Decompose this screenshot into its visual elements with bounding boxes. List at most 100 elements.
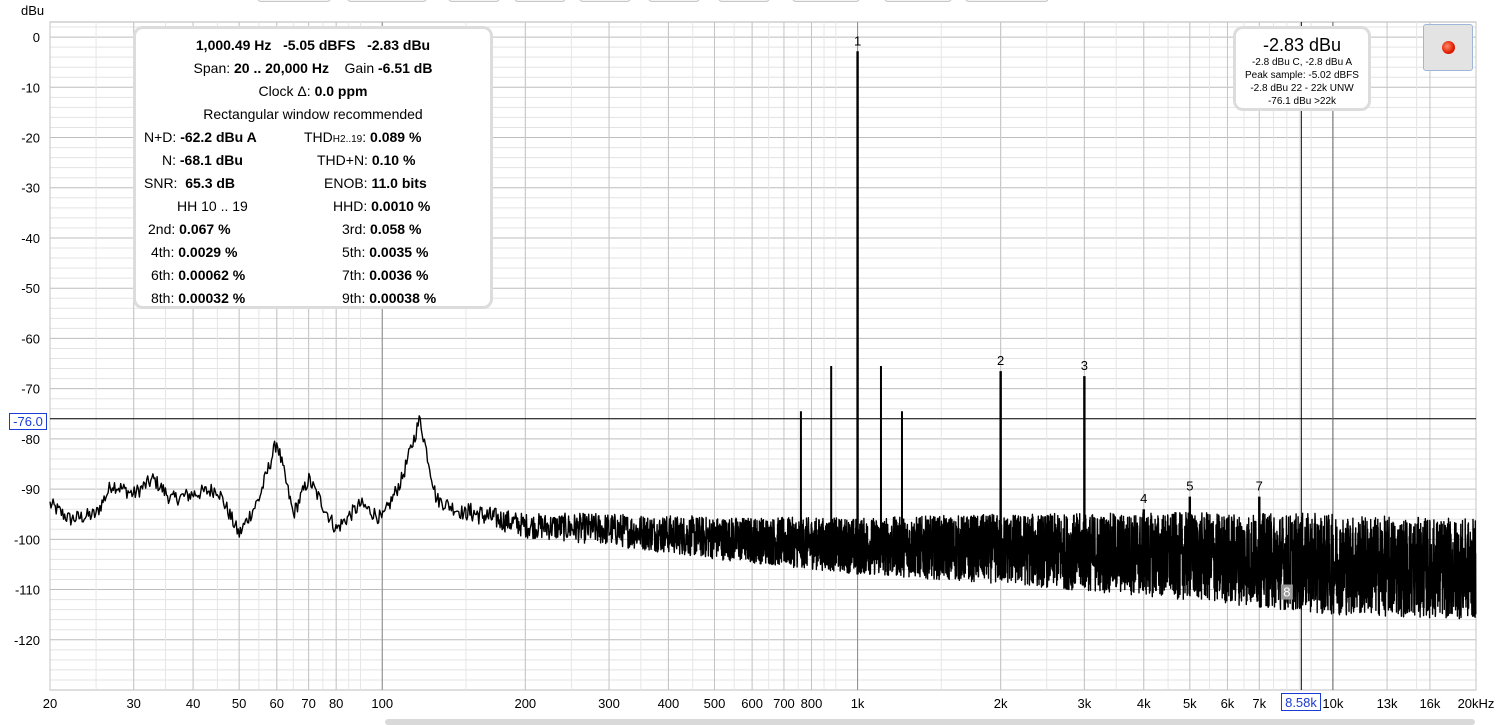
toolbar-button[interactable] [448, 0, 500, 2]
harmonic-5th: 5th: 0.0035 % [342, 244, 428, 260]
toolbar-button[interactable] [579, 0, 631, 2]
x-tick-label: 600 [741, 696, 763, 711]
enob-value: 11.0 bits [371, 175, 427, 191]
y-tick-label: -80 [21, 432, 40, 447]
y-tick-label: -30 [21, 181, 40, 196]
thdn-value: 0.10 % [371, 152, 416, 168]
horizontal-scrollbar[interactable] [385, 719, 1475, 725]
x-tick-label: 300 [598, 696, 620, 711]
peak-sample-readout: Peak sample: -5.02 dBFS [1245, 70, 1359, 81]
fundamental-frequency: 1,000.49 Hz [195, 37, 272, 53]
toolbar-button[interactable] [965, 0, 1049, 2]
thd-range-label: H2..19 [332, 134, 363, 145]
y-tick-label: -70 [21, 382, 40, 397]
harmonic-value: 0.058 % [370, 221, 422, 237]
harmonic-label: 8th: [151, 290, 175, 306]
harmonic-value: 0.00032 % [178, 290, 246, 306]
level-meter-panel: -2.83 dBu -2.8 dBu C, -2.8 dBu A Peak sa… [1233, 26, 1371, 111]
measurement-info-panel: 1,000.49 Hz -5.05 dBFS -2.83 dBu Span: 2… [133, 26, 493, 309]
x-tick-label: 80 [329, 696, 343, 711]
level-cursor-readout[interactable]: -76.0 [9, 413, 47, 430]
record-button[interactable] [1423, 24, 1473, 71]
frequency-cursor-readout[interactable]: 8.58k [1281, 693, 1321, 711]
level-weighted-readout: -2.8 dBu C, -2.8 dBu A [1251, 57, 1353, 68]
enob-readout: ENOB: 11.0 bits [324, 175, 427, 191]
x-tick-label: 7k [1252, 696, 1266, 711]
harmonic-label: 6th: [151, 267, 175, 283]
toolbar-button[interactable] [648, 0, 700, 2]
y-tick-label: -60 [21, 331, 40, 346]
harmonic-6th: 6th: 0.00062 % [151, 267, 245, 283]
y-tick-label: -50 [21, 281, 40, 296]
x-tick-label: 10k [1322, 696, 1343, 711]
y-tick-label: -110 [15, 583, 40, 598]
thd-colon: : [362, 129, 367, 145]
x-tick-label: 500 [704, 696, 726, 711]
harmonic-label: 9th: [342, 290, 366, 306]
harmonic-value: 0.0029 % [178, 244, 238, 260]
harmonic-label: 8 [1283, 585, 1290, 600]
nd-value: -62.2 dBu A [180, 129, 257, 145]
harmonic-label: 3 [1081, 358, 1088, 373]
toolbar-button[interactable] [514, 0, 566, 2]
toolbar-button[interactable] [792, 0, 860, 2]
noise-readout: N: -68.1 dBu [162, 152, 243, 168]
thd-label: THD [304, 129, 333, 145]
toolbar-button[interactable] [347, 0, 427, 2]
toolbar-button[interactable] [718, 0, 770, 2]
clock-label: Clock Δ: [258, 83, 311, 99]
span-value: 20 .. 20,000 Hz [234, 60, 329, 76]
x-tick-label: 30 [126, 696, 140, 711]
snr-readout: SNR: 65.3 dB [144, 175, 235, 191]
noise-value: -68.1 dBu [179, 152, 243, 168]
hhd-readout: HHD: 0.0010 % [333, 198, 430, 214]
gain-label: Gain [344, 60, 375, 76]
nd-readout: N+D: -62.2 dBu A [144, 129, 257, 145]
x-tick-label: 700 [773, 696, 795, 711]
noise-label: N: [162, 152, 176, 168]
hh-range: HH 10 .. 19 [177, 198, 248, 214]
harmonic-8th: 8th: 0.00032 % [151, 290, 245, 306]
harmonic-value: 0.067 % [179, 221, 231, 237]
harmonic-label: 1 [854, 33, 861, 48]
harmonic-2nd: 2nd: 0.067 % [148, 221, 231, 237]
y-tick-label: -10 [21, 80, 40, 95]
x-tick-label: 60 [270, 696, 284, 711]
harmonic-label: 9 [1308, 554, 1315, 569]
x-tick-label: 20kHz [1458, 696, 1495, 711]
y-tick-label: -120 [14, 633, 40, 648]
fundamental-readout: 1,000.49 Hz -5.05 dBFS -2.83 dBu [136, 37, 490, 53]
x-tick-label: 2k [994, 696, 1008, 711]
thdn-readout: THD+N: 0.10 % [317, 152, 415, 168]
harmonic-label: 2 [997, 353, 1004, 368]
x-tick-label: 70 [301, 696, 315, 711]
span-label: Span: [193, 60, 231, 76]
harmonic-label: 3rd: [342, 221, 367, 237]
y-tick-label: -20 [21, 131, 40, 146]
harmonic-value: 0.0036 % [369, 267, 429, 283]
harmonic-label: 4th: [151, 244, 175, 260]
harmonic-3rd: 3rd: 0.058 % [342, 221, 421, 237]
enob-label: ENOB: [324, 175, 368, 191]
fundamental-dbu: -2.83 dBu [367, 37, 431, 53]
x-tick-label: 40 [186, 696, 200, 711]
harmonic-label: 6 [1224, 551, 1231, 566]
thd-value: 0.089 % [370, 129, 422, 145]
toolbar-button[interactable] [884, 0, 952, 2]
window-note: Rectangular window recommended [203, 106, 423, 122]
span-gain-readout: Span: 20 .. 20,000 Hz Gain -6.51 dB [136, 60, 490, 76]
y-tick-label: 0 [33, 30, 40, 45]
record-icon [1442, 41, 1455, 54]
unweighted-readout: -2.8 dBu 22 - 22k UNW [1250, 83, 1354, 94]
level-main-readout: -2.83 dBu [1262, 35, 1342, 55]
hhd-label: HHD: [333, 198, 368, 214]
thd-readout: THDH2..19: 0.089 % [304, 129, 421, 145]
harmonic-label: 2nd: [148, 221, 176, 237]
x-tick-label: 200 [514, 696, 536, 711]
clock-value: 0.0 ppm [314, 83, 368, 99]
x-tick-label: 800 [801, 696, 823, 711]
toolbar-button[interactable] [257, 0, 331, 2]
snr-label: SNR: [144, 175, 178, 191]
x-tick-label: 20 [43, 696, 57, 711]
harmonic-value: 0.00062 % [178, 267, 246, 283]
